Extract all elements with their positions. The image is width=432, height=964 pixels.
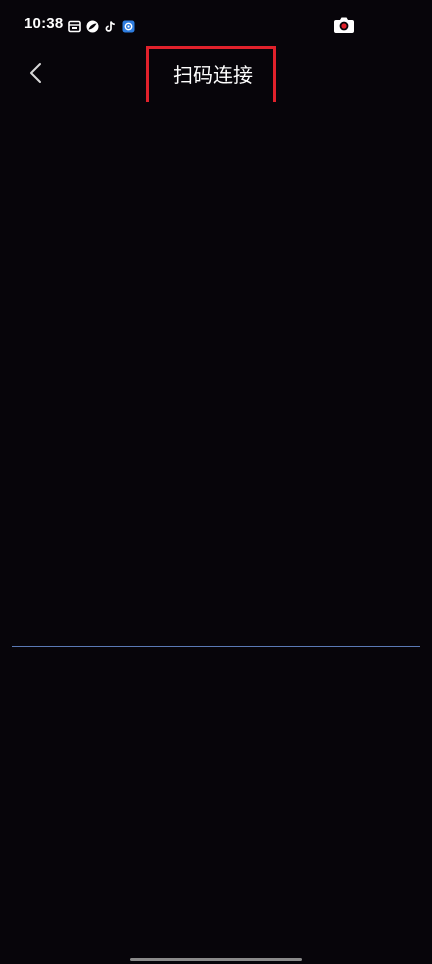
camera-viewfinder[interactable] — [0, 102, 432, 952]
notification-icons — [68, 17, 135, 32]
camera-icon — [333, 15, 355, 35]
home-indicator[interactable] — [130, 958, 302, 961]
back-button[interactable] — [20, 56, 52, 90]
qr-scan-screen: 10:38 扫码连接 — [0, 0, 432, 964]
scan-line — [12, 646, 420, 647]
tiktok-icon — [104, 18, 117, 32]
leaf-app-icon — [86, 18, 99, 32]
status-time: 10:38 — [24, 15, 64, 32]
gear-app-icon — [122, 18, 135, 32]
chevron-left-icon — [30, 63, 41, 83]
mail-icon — [68, 18, 81, 32]
status-bar: 10:38 — [0, 0, 432, 48]
